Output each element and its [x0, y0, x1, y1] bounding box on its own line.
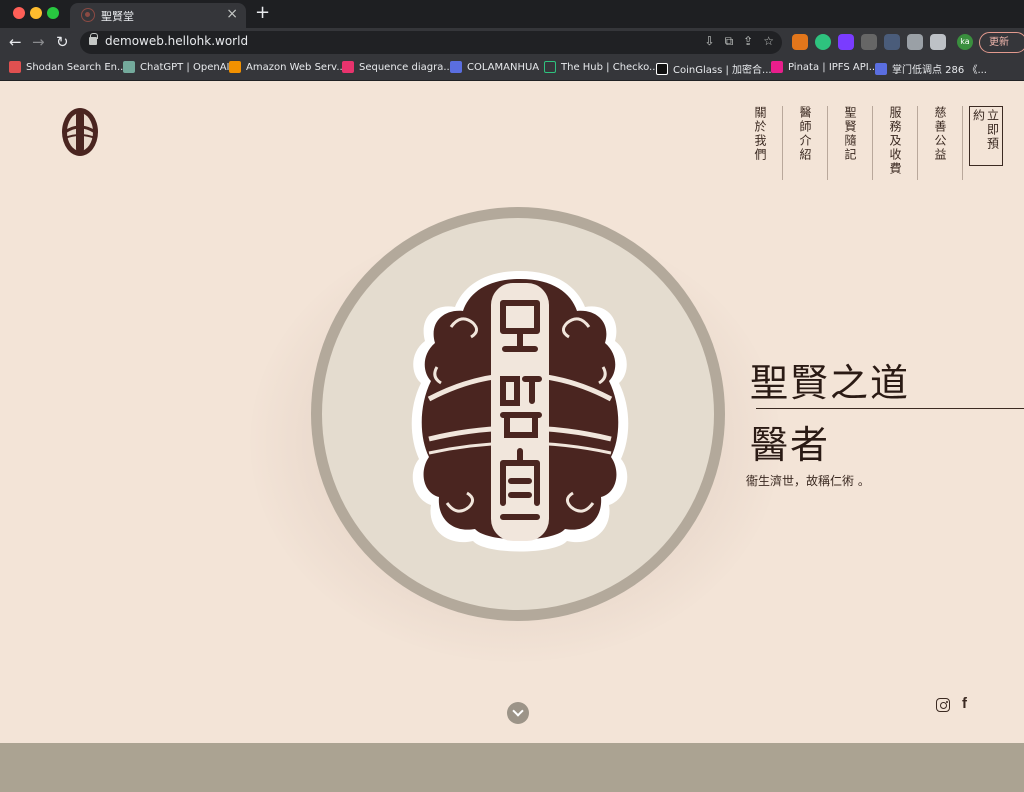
bookmark-favicon-icon	[123, 61, 135, 73]
nav-item-about[interactable]: 關於我們	[738, 106, 783, 180]
nav-item-label: 聖賢隨記	[843, 106, 857, 162]
facebook-icon[interactable]: f	[962, 695, 967, 712]
book-now-button[interactable]: 立即預約	[968, 106, 1003, 166]
profile-avatar[interactable]: ka	[957, 34, 973, 50]
next-section-band	[0, 743, 1024, 792]
nav-item-services[interactable]: 服務及收費	[873, 106, 918, 180]
minimize-window-button[interactable]	[30, 7, 42, 19]
bookmark-item[interactable]: CoinGlass | 加密合...	[656, 61, 772, 76]
extension-icon[interactable]	[838, 34, 854, 50]
bookmark-item[interactable]: ChatGPT | OpenAI	[123, 61, 229, 73]
close-window-button[interactable]	[13, 7, 25, 19]
browser-tab[interactable]: 聖賢堂 ×	[70, 3, 246, 28]
address-bar[interactable]: demoweb.hellohk.world ⇩ ⧉ ⇪ ☆	[80, 31, 782, 54]
nav-item-book-now[interactable]: 立即預約	[963, 106, 1008, 180]
bookmark-item[interactable]: Shodan Search En...	[9, 61, 127, 73]
bookmark-label: CoinGlass | 加密合...	[673, 65, 772, 76]
metamask-extension-icon[interactable]	[792, 34, 808, 50]
forward-arrow-icon[interactable]: →	[32, 32, 45, 52]
site-favicon-icon	[81, 8, 95, 22]
bookmark-label: ChatGPT | OpenAI	[140, 61, 230, 73]
translate-icon[interactable]: ⧉	[725, 34, 734, 49]
browser-toolbar: ← → ↻ demoweb.hellohk.world ⇩ ⧉ ⇪ ☆ ka 更…	[0, 28, 1024, 57]
maximize-window-button[interactable]	[47, 7, 59, 19]
scroll-down-chevron-icon[interactable]	[507, 702, 529, 724]
new-tab-button[interactable]: +	[255, 3, 270, 23]
hero-emblem-logo	[411, 271, 629, 552]
bookmark-item[interactable]: Amazon Web Serv...	[229, 61, 346, 73]
share-icon[interactable]: ⇪	[743, 34, 753, 49]
nav-item-label: 慈善公益	[933, 106, 947, 162]
nav-item-charity[interactable]: 慈善公益	[918, 106, 963, 180]
bookmark-item[interactable]: Sequence diagra...	[342, 61, 453, 73]
back-arrow-icon[interactable]: ←	[9, 32, 22, 52]
bookmark-favicon-icon	[229, 61, 241, 73]
update-button[interactable]: 更新	[979, 32, 1024, 53]
bookmark-favicon-icon	[450, 61, 462, 73]
install-app-icon[interactable]: ⇩	[705, 34, 715, 49]
nav-item-doctors[interactable]: 醫師介紹	[783, 106, 828, 180]
bookmark-label: Pinata | IPFS API...	[788, 61, 879, 73]
site-logo[interactable]	[59, 106, 101, 158]
bookmark-label: Shodan Search En...	[26, 61, 127, 73]
bookmark-label: Amazon Web Serv...	[246, 61, 346, 73]
bookmark-item[interactable]: COLAMANHUA	[450, 61, 539, 73]
extension-icon[interactable]	[815, 34, 831, 50]
instagram-icon[interactable]	[936, 698, 950, 712]
hero-divider	[756, 408, 1024, 409]
browser-tab-bar: 聖賢堂 × +	[0, 0, 1024, 28]
bookmarks-bar: Shodan Search En... ChatGPT | OpenAI Ama…	[0, 57, 1024, 81]
tab-title: 聖賢堂	[101, 10, 134, 23]
hero-subtitle: 醫者	[750, 423, 831, 467]
bookmark-favicon-icon	[9, 61, 21, 73]
extension-icon[interactable]	[884, 34, 900, 50]
nav-item-label: 醫師介紹	[798, 106, 812, 162]
bookmark-item[interactable]: The Hub | Checko...	[544, 61, 659, 73]
nav-item-label: 關於我們	[753, 106, 767, 162]
reload-icon[interactable]: ↻	[56, 32, 69, 52]
hero-title: 聖賢之道	[750, 361, 911, 405]
bookmark-label: Sequence diagra...	[359, 61, 453, 73]
tab-close-icon[interactable]: ×	[226, 6, 238, 22]
bookmark-favicon-icon	[875, 62, 887, 75]
bookmark-favicon-icon	[656, 62, 668, 75]
bookmark-favicon-icon	[342, 61, 354, 73]
page-content: 關於我們 醫師介紹 聖賢隨記 服務及收費 慈善公益 立即預約 聖賢之道 醫者 衞…	[0, 82, 1024, 792]
bookmark-label: 掌门低调点 286 《...	[892, 65, 987, 76]
lock-icon	[89, 33, 98, 45]
url-text[interactable]: demoweb.hellohk.world	[105, 34, 248, 48]
bookmark-star-icon[interactable]: ☆	[763, 34, 774, 49]
nav-item-notes[interactable]: 聖賢隨記	[828, 106, 873, 180]
bookmark-favicon-icon	[771, 61, 783, 73]
bookmark-label: The Hub | Checko...	[561, 61, 659, 73]
bookmark-favicon-icon	[544, 61, 556, 73]
bookmark-item[interactable]: 掌门低调点 286 《...	[875, 61, 987, 76]
bookmark-label: COLAMANHUA	[467, 61, 540, 73]
extension-icon[interactable]	[861, 34, 877, 50]
side-panel-icon[interactable]	[930, 34, 946, 50]
puzzle-icon[interactable]	[907, 34, 923, 50]
main-nav: 關於我們 醫師介紹 聖賢隨記 服務及收費 慈善公益 立即預約	[738, 106, 1008, 180]
hero-description: 衞生濟世，故稱仁術 。	[746, 474, 870, 488]
nav-item-label: 服務及收費	[888, 106, 902, 176]
bookmark-item[interactable]: Pinata | IPFS API...	[771, 61, 878, 73]
